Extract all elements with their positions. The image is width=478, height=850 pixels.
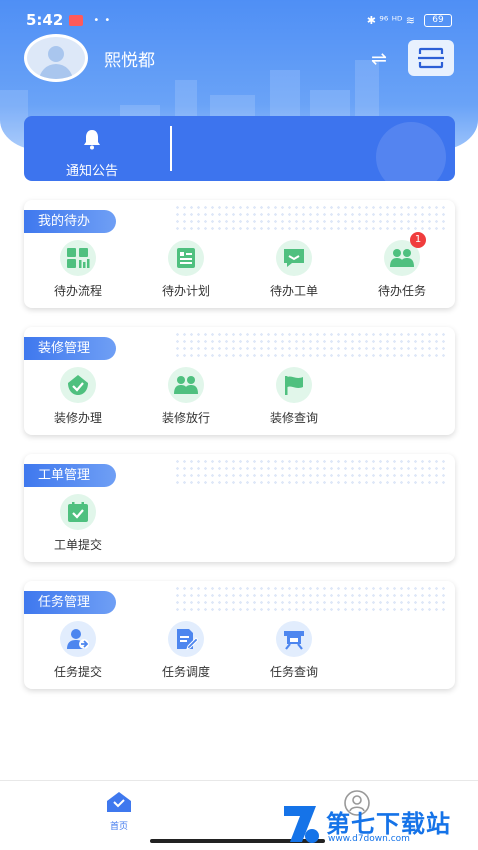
workflow-grid-icon bbox=[67, 248, 90, 268]
document-edit-icon bbox=[177, 629, 198, 650]
item-task-query[interactable]: 任务查询 bbox=[240, 621, 348, 680]
item-label: 待办工单 bbox=[269, 284, 318, 298]
section-decoration: 装修管理 装修办理 装修放行 装修查询 bbox=[24, 327, 455, 435]
flag-icon bbox=[285, 376, 303, 395]
item-decoration-apply[interactable]: 装修办理 bbox=[24, 367, 132, 426]
chat-ticket-icon bbox=[284, 249, 304, 267]
bottom-nav-divider bbox=[0, 780, 478, 781]
tab-home[interactable]: 首页 bbox=[92, 790, 146, 832]
section-task: 任务管理 任务提交 任务调度 任务查询 bbox=[24, 581, 455, 689]
item-decoration-release[interactable]: 装修放行 bbox=[132, 367, 240, 426]
item-label: 任务调度 bbox=[161, 665, 210, 679]
section-title: 工单管理 bbox=[24, 464, 116, 487]
item-label: 待办流程 bbox=[53, 284, 102, 298]
section-work-order: 工单管理 工单提交 bbox=[24, 454, 455, 562]
notification-tag-icon bbox=[69, 14, 84, 26]
notice-divider bbox=[170, 126, 172, 171]
item-label: 工单提交 bbox=[53, 538, 102, 552]
item-label: 待办计划 bbox=[161, 284, 210, 298]
tab-home-label: 首页 bbox=[109, 822, 128, 832]
battery-icon: 69 bbox=[424, 13, 452, 27]
person-submit-icon bbox=[67, 629, 89, 649]
signal-wifi-icons: ✱ ⁹⁶ ᴴᴰ ≋ bbox=[366, 13, 415, 27]
username: 熙悦都 bbox=[104, 50, 155, 71]
avatar[interactable] bbox=[24, 34, 88, 82]
people-release-icon bbox=[174, 376, 198, 394]
item-todo-task[interactable]: 1 待办任务 bbox=[348, 232, 455, 299]
notice-button[interactable]: 通知公告 bbox=[50, 128, 134, 179]
scan-icon bbox=[418, 47, 444, 69]
item-label: 装修办理 bbox=[53, 411, 102, 425]
item-todo-plan[interactable]: 待办计划 bbox=[132, 240, 240, 299]
item-task-dispatch[interactable]: 任务调度 bbox=[132, 621, 240, 680]
scan-button[interactable] bbox=[408, 40, 454, 76]
status-dots: • • bbox=[93, 14, 112, 26]
item-decoration-query[interactable]: 装修查询 bbox=[240, 367, 348, 426]
item-label: 任务查询 bbox=[269, 665, 318, 679]
switch-icon[interactable]: ⇌ bbox=[371, 48, 387, 70]
calendar-check-icon bbox=[68, 502, 88, 522]
item-label: 装修放行 bbox=[161, 411, 210, 425]
item-label: 任务提交 bbox=[53, 665, 102, 679]
item-todo-workflow[interactable]: 待办流程 bbox=[24, 240, 132, 299]
item-task-submit[interactable]: 任务提交 bbox=[24, 621, 132, 680]
item-work-order-submit[interactable]: 工单提交 bbox=[24, 494, 132, 553]
user-profile[interactable]: 熙悦都 bbox=[24, 34, 155, 82]
people-task-icon bbox=[390, 249, 414, 267]
section-title: 装修管理 bbox=[24, 337, 116, 360]
status-right: ✱ ⁹⁶ ᴴᴰ ≋ 69 bbox=[366, 13, 452, 27]
status-time: 5:42 bbox=[26, 11, 64, 29]
section-my-todo: 我的待办 待办流程 待办计划 待办工单 1 待办任务 bbox=[24, 200, 455, 308]
section-title: 任务管理 bbox=[24, 591, 116, 614]
item-label: 装修查询 bbox=[269, 411, 318, 425]
home-icon bbox=[107, 792, 131, 812]
notice-label: 通知公告 bbox=[65, 164, 118, 179]
section-title: 我的待办 bbox=[24, 210, 116, 233]
item-label: 待办任务 bbox=[377, 284, 426, 298]
checkmark-drop-icon bbox=[68, 375, 88, 395]
bell-icon bbox=[84, 130, 100, 150]
watermark: 第七下载站 www.d7down.com bbox=[282, 800, 478, 850]
plan-list-icon bbox=[177, 248, 195, 268]
speaker-decoration bbox=[376, 122, 446, 181]
watermark-logo bbox=[284, 806, 319, 843]
item-todo-ticket[interactable]: 待办工单 bbox=[240, 240, 348, 299]
notice-card: 通知公告 bbox=[24, 116, 455, 181]
notification-badge: 1 bbox=[410, 232, 426, 248]
watermark-url: www.d7down.com bbox=[328, 834, 410, 844]
search-doc-icon bbox=[284, 631, 304, 650]
